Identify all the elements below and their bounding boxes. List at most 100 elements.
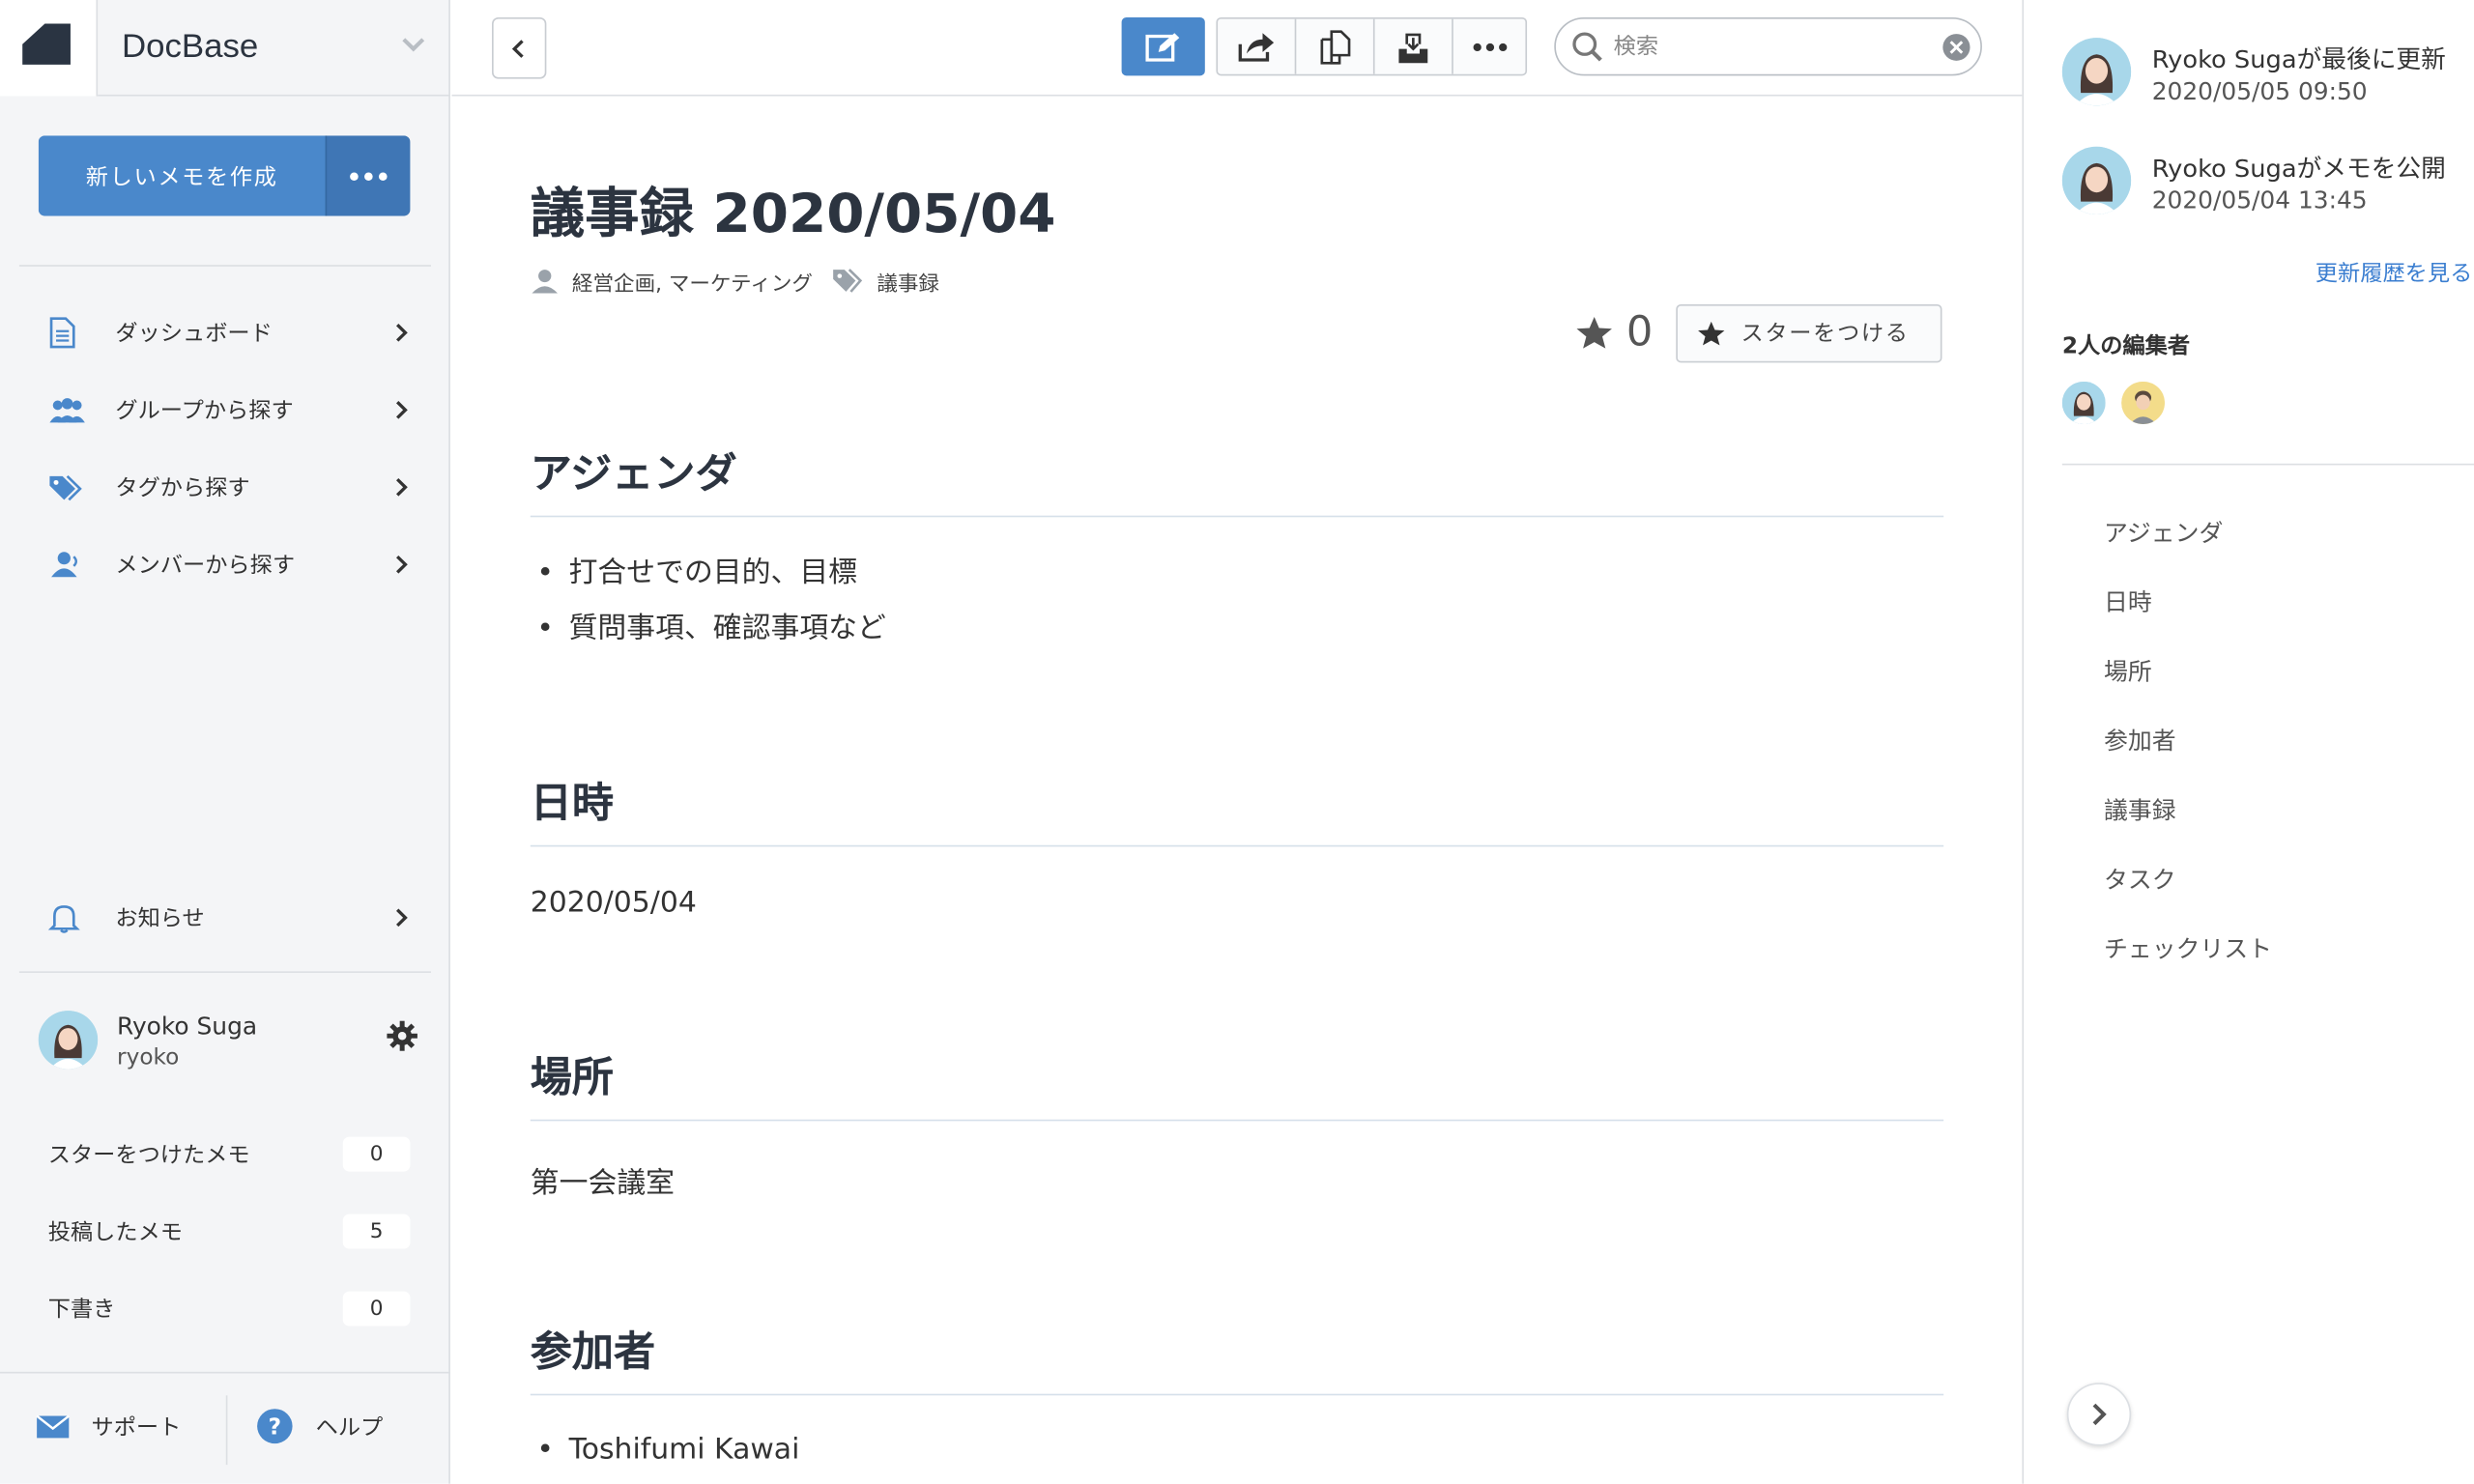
avatar[interactable] — [2121, 381, 2165, 425]
clear-search-icon[interactable] — [1942, 33, 1971, 61]
toc-item[interactable]: 議事録 — [2104, 791, 2272, 861]
sidebar-item-notifications[interactable]: お知らせ — [47, 894, 417, 941]
bell-icon — [47, 900, 93, 935]
toc-item[interactable]: 日時 — [2104, 584, 2272, 653]
collapse-panel-button[interactable] — [2066, 1383, 2132, 1446]
chevron-down-icon[interactable] — [401, 35, 427, 54]
edit-icon — [1145, 32, 1180, 61]
star-button-label: スターをつける — [1740, 321, 1910, 348]
user-profile[interactable]: Ryoko Suga ryoko — [38, 1011, 423, 1073]
member-icon — [48, 547, 93, 582]
chevron-right-icon — [396, 324, 408, 342]
list-item: Toshifumi Kawai — [531, 1429, 799, 1484]
count-badge: 0 — [342, 1136, 411, 1172]
share-button[interactable] — [1218, 18, 1297, 74]
info-panel: Ryoko Sugaが最後に更新 2020/05/05 09:50 Ryoko … — [2022, 0, 2474, 1484]
new-memo-button[interactable]: 新しいメモを作成 — [38, 135, 326, 216]
archive-icon — [1398, 32, 1428, 63]
table-of-contents: アジェンダ 日時 場所 参加者 議事録 タスク チェックリスト — [2104, 514, 2272, 1000]
section-heading-attendees: 参加者 — [530, 1320, 1944, 1396]
section-heading-agenda: アジェンダ — [530, 442, 1944, 518]
star-button[interactable]: スターをつける — [1675, 303, 1942, 362]
tag-icon — [833, 269, 863, 293]
help-icon: ? — [257, 1409, 293, 1444]
posted-memos-row[interactable]: 投稿したメモ 5 — [48, 1213, 411, 1250]
sidebar-item-label: メンバーから探す — [115, 553, 296, 579]
activity-time: 2020/05/05 09:50 — [2151, 76, 2368, 106]
star-count: 0 — [1625, 308, 1654, 357]
tag-icon — [48, 470, 93, 504]
gear-icon[interactable] — [387, 1020, 418, 1052]
toolbar — [451, 0, 2023, 97]
count-label: 下書き — [47, 1298, 116, 1324]
avatar[interactable] — [2061, 146, 2132, 214]
chevron-right-icon — [396, 908, 408, 928]
new-memo-more-button[interactable] — [325, 135, 411, 216]
memo-meta: 経営企画, マーケティング 議事録 — [531, 265, 939, 297]
avatar[interactable] — [38, 1011, 99, 1070]
sidebar-item-members[interactable]: メンバーから探す — [48, 541, 417, 588]
search-box[interactable] — [1554, 16, 1982, 76]
toc-item[interactable]: チェックリスト — [2104, 930, 2272, 1000]
document-icon — [48, 315, 93, 350]
memo-tag[interactable]: 議事録 — [877, 266, 939, 296]
support-label: サポート — [91, 1415, 182, 1441]
archive-button[interactable] — [1375, 18, 1453, 74]
sidebar-item-label: お知らせ — [115, 906, 205, 932]
sidebar-item-label: グループから探す — [115, 398, 294, 425]
collapse-sidebar-button[interactable] — [492, 16, 547, 79]
sidebar-item-tags[interactable]: タグから探す — [48, 464, 417, 511]
avatar[interactable] — [2061, 38, 2132, 106]
sidebar-item-dashboard[interactable]: ダッシュボード — [48, 309, 417, 357]
team-name: DocBase — [122, 28, 259, 65]
count-label: 投稿したメモ — [47, 1220, 184, 1246]
sidebar-item-label: ダッシュボード — [115, 321, 273, 348]
section-heading-place: 場所 — [530, 1045, 1944, 1122]
toc-item[interactable]: アジェンダ — [2104, 514, 2272, 584]
activity-item: Ryoko Sugaがメモを公開 2020/05/04 13:45 — [2061, 146, 2474, 226]
team-header[interactable]: DocBase — [0, 0, 450, 97]
datetime-text: 2020/05/04 — [530, 886, 697, 920]
starred-memos-row[interactable]: スターをつけたメモ 0 — [48, 1135, 411, 1173]
drafts-row[interactable]: 下書き 0 — [48, 1290, 411, 1327]
group-icon — [48, 392, 93, 427]
svg-text:?: ? — [269, 1414, 281, 1440]
activity-item: Ryoko Sugaが最後に更新 2020/05/05 09:50 — [2061, 38, 2474, 117]
chevron-right-icon — [396, 477, 408, 497]
memo-groups[interactable]: 経営企画, マーケティング — [572, 266, 813, 296]
toc-item[interactable]: 参加者 — [2104, 722, 2272, 791]
chevron-right-icon — [2092, 1403, 2107, 1426]
chevron-right-icon — [396, 555, 408, 574]
divider — [18, 971, 432, 973]
sidebar-footer: サポート ? ヘルプ — [0, 1371, 450, 1484]
sidebar-item-label: タグから探す — [115, 475, 250, 501]
more-actions-button[interactable] — [1453, 19, 1526, 74]
help-label: ヘルプ — [315, 1414, 384, 1441]
editor-avatars — [2061, 381, 2181, 425]
view-history-link[interactable]: 更新履歴を見る — [2316, 257, 2472, 289]
list-item: 打合せでの目的、目標 — [531, 552, 886, 607]
count-label: スターをつけたメモ — [47, 1143, 250, 1169]
logo[interactable] — [0, 0, 99, 97]
share-icon — [1238, 32, 1275, 61]
page-title: 議事録 2020/05/04 — [530, 183, 1056, 246]
divider — [225, 1395, 228, 1466]
sidebar-item-groups[interactable]: グループから探す — [48, 386, 417, 434]
star-icon — [1697, 321, 1724, 345]
editors-title: 2人の編集者 — [2061, 333, 2191, 360]
docbase-logo-icon — [22, 23, 71, 65]
activity-text: Ryoko Sugaが最後に更新 — [2151, 45, 2446, 74]
search-input[interactable] — [1613, 31, 1918, 64]
support-link[interactable]: サポート — [35, 1412, 181, 1443]
duplicate-button[interactable] — [1296, 18, 1375, 74]
more-dots-icon — [350, 171, 388, 181]
star-icon — [1576, 317, 1612, 349]
avatar[interactable] — [2061, 381, 2106, 425]
edit-button[interactable] — [1121, 16, 1205, 76]
copy-icon — [1320, 29, 1351, 64]
help-link[interactable]: ? ヘルプ — [256, 1408, 383, 1444]
count-badge: 5 — [342, 1213, 411, 1249]
toc-item[interactable]: 場所 — [2104, 653, 2272, 723]
toc-item[interactable]: タスク — [2104, 861, 2272, 930]
action-button-group — [1216, 16, 1528, 76]
